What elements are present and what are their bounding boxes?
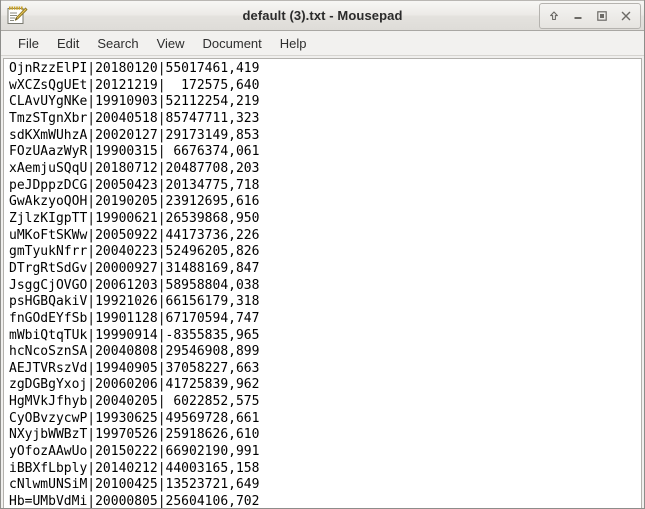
menu-bar: File Edit Search View Document Help bbox=[1, 31, 644, 56]
editor-line: zgDGBgYxoj|20060206|41725839,962 bbox=[9, 377, 260, 393]
editor-line: yOfozAAwUo|20150222|66902190,991 bbox=[9, 444, 260, 460]
menu-item-edit[interactable]: Edit bbox=[48, 33, 88, 54]
notepad-pencil-icon bbox=[6, 5, 28, 27]
maximize-button[interactable] bbox=[590, 6, 614, 26]
editor-line: TmzSTgnXbr|20040518|85747711,323 bbox=[9, 110, 260, 126]
editor-line: hcNcoSznSA|20040808|29546908,899 bbox=[9, 344, 260, 360]
editor-line: GwAkzyoQOH|20190205|23912695,616 bbox=[9, 194, 260, 210]
title-bar[interactable]: default (3).txt - Mousepad bbox=[1, 0, 644, 31]
menu-item-view[interactable]: View bbox=[148, 33, 194, 54]
close-button[interactable] bbox=[614, 6, 638, 26]
editor-line: xAemjuSQqU|20180712|20487708,203 bbox=[9, 160, 260, 176]
menu-item-search[interactable]: Search bbox=[88, 33, 147, 54]
menu-item-help[interactable]: Help bbox=[271, 33, 316, 54]
shade-button[interactable] bbox=[542, 6, 566, 26]
editor-line: psHGBQakiV|19921026|66156179,318 bbox=[9, 294, 260, 310]
editor-line: JsggCjOVGO|20061203|58958804,038 bbox=[9, 277, 260, 293]
editor-line: iBBXfLbply|20140212|44003165,158 bbox=[9, 460, 260, 476]
editor-container: OjnRzzElPI|20180120|55017461,419 wXCZsQgU… bbox=[1, 56, 644, 508]
editor-line: peJDppzDCG|20050423|20134775,718 bbox=[9, 177, 260, 193]
editor-line: sdKXmWUhzA|20020127|29173149,853 bbox=[9, 127, 260, 143]
editor-line: DTrgRtSdGv|20000927|31488169,847 bbox=[9, 260, 260, 276]
editor-line: ZjlzKIgpTT|19900621|26539868,950 bbox=[9, 210, 260, 226]
editor-line: AEJTVRszVd|19940905|37058227,663 bbox=[9, 360, 260, 376]
editor-line: OjnRzzElPI|20180120|55017461,419 bbox=[9, 61, 260, 76]
window-controls bbox=[539, 3, 641, 29]
editor-line: HgMVkJfhyb|20040205| 6022852,575 bbox=[9, 394, 260, 410]
editor-line: FOzUAazWyR|19900315| 6676374,061 bbox=[9, 144, 260, 160]
editor-line: uMKoFtSKWw|20050922|44173736,226 bbox=[9, 227, 260, 243]
editor-line: wXCZsQgUEt|20121219| 172575,640 bbox=[9, 77, 260, 93]
editor-line: CLAvUYgNKe|19910903|52112254,219 bbox=[9, 94, 260, 110]
editor-line: Hb=UMbVdMi|20000805|25604106,702 bbox=[9, 494, 260, 508]
editor-line: gmTyukNfrr|20040223|52496205,826 bbox=[9, 244, 260, 260]
editor-line: mWbiQtqTUk|19990914|-8355835,965 bbox=[9, 327, 260, 343]
editor-line: CyOBvzycwP|19930625|49569728,661 bbox=[9, 410, 260, 426]
menu-item-file[interactable]: File bbox=[9, 33, 48, 54]
menu-item-document[interactable]: Document bbox=[194, 33, 271, 54]
editor-line: fnGOdEYfSb|19901128|67170594,747 bbox=[9, 310, 260, 326]
editor-line: NXyjbWWBzT|19970526|25918626,610 bbox=[9, 427, 260, 443]
minimize-button[interactable] bbox=[566, 6, 590, 26]
text-editor[interactable]: OjnRzzElPI|20180120|55017461,419 wXCZsQgU… bbox=[3, 58, 642, 508]
mousepad-window: default (3).txt - Mousepad File Edit Sea… bbox=[0, 0, 645, 509]
editor-line: cNlwmUNSiM|20100425|13523721,649 bbox=[9, 477, 260, 493]
